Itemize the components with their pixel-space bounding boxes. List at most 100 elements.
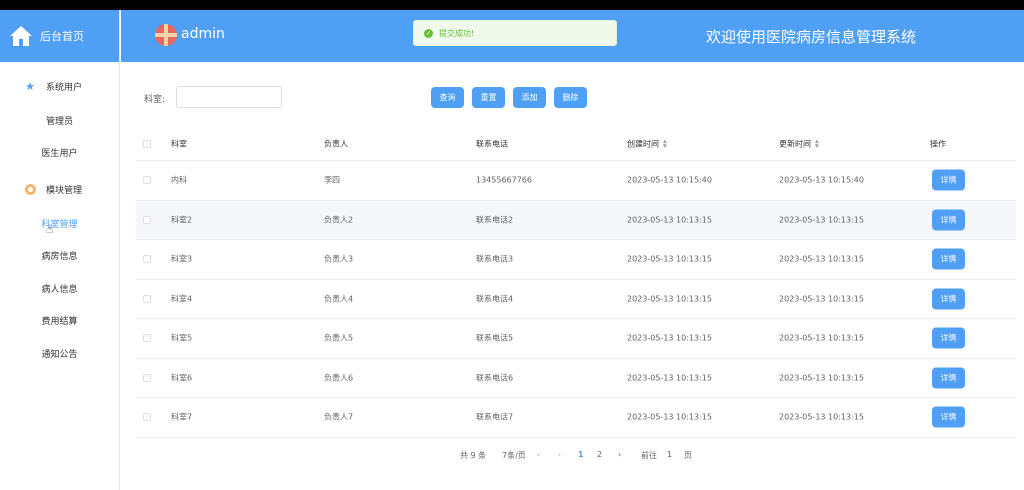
detail-button[interactable]: 详情 [932,288,965,310]
detail-button[interactable]: 详情 [932,169,965,191]
cell-created: 2023-05-13 10:13:15 [627,333,712,343]
cell-phone: 13455667766 [476,175,532,185]
row-checkbox[interactable] [143,334,151,343]
prev-page-icon[interactable]: ‹ [558,450,561,459]
first-page-icon[interactable]: « [536,450,541,459]
cell-phone: 联系电话3 [476,254,514,264]
page-unit-label: 页 [684,451,692,460]
select-all-checkbox[interactable] [143,140,151,148]
department-search-input[interactable] [176,86,282,108]
menu-group-modules[interactable]: 模块管理 [0,171,119,207]
goto-label: 前往 [641,451,657,460]
row-checkbox[interactable] [143,294,151,303]
column-header-phone: 联系电话 [476,139,508,149]
sidebar: 后台首页 ★ 系统用户 管理员 医生用户 模块管理 科室管理 ☝ 病房信息 病人… [0,10,120,490]
column-header-leader: 负责人 [324,139,348,149]
department-table: 科室 负责人 联系电话 创建时间 ▲ ▼ 更新时间 ▲ ▼ 操作 内科 李四 13455… [136,128,1016,438]
cell-phone: 联系电话5 [476,333,514,343]
toast-message: 提交成功! [439,28,475,38]
cell-dept: 科室2 [171,215,193,225]
cell-updated: 2023-05-13 10:13:15 [779,254,864,264]
column-header-dept: 科室 [171,139,187,149]
table-row: 科室5 负责人5 联系电话5 2023-05-13 10:13:15 2023-… [136,319,1016,359]
success-toast: ✓ 提交成功! [413,20,617,46]
star-icon: ★ [25,79,35,93]
row-checkbox[interactable] [143,176,151,185]
cell-leader: 负责人6 [324,373,354,383]
sidebar-item-doctor-users[interactable]: 医生用户 [0,137,119,170]
cell-created: 2023-05-13 10:13:15 [627,254,712,264]
detail-button[interactable]: 详情 [932,209,965,231]
detail-button[interactable]: 详情 [932,406,965,428]
row-checkbox[interactable] [143,413,151,422]
cell-dept: 科室3 [171,254,193,264]
cell-dept: 科室4 [171,294,193,304]
goto-page-input[interactable]: 1 [667,450,672,459]
cell-updated: 2023-05-13 10:13:15 [779,412,864,422]
cell-updated: 2023-05-13 10:13:15 [779,373,864,383]
search-label: 科室: [144,95,166,105]
hand-cursor-icon: ☝ [46,222,54,236]
avatar[interactable] [155,24,177,46]
check-circle-icon: ✓ [424,28,433,38]
cell-leader: 李四 [324,175,340,185]
detail-button[interactable]: 详情 [932,367,965,389]
cell-leader: 负责人4 [324,294,354,304]
cell-created: 2023-05-13 10:13:15 [627,412,712,422]
page-number-1[interactable]: 1 [578,450,584,459]
cell-phone: 联系电话7 [476,412,514,422]
page-size-select[interactable]: 7条/页 [502,450,526,461]
sort-icon[interactable]: ▲ ▼ [663,139,667,149]
sidebar-item-departments[interactable]: 科室管理 ☝ [0,207,119,240]
menu-group-label: 系统用户 [46,82,83,93]
page-number-2[interactable]: 2 [597,450,602,459]
reset-button[interactable]: 重置 [472,87,505,108]
detail-button[interactable]: 详情 [932,327,965,349]
menu-group-system-users[interactable]: ★ 系统用户 [0,68,119,104]
detail-button[interactable]: 详情 [932,248,965,270]
header: admin ✓ 提交成功! 欢迎使用医院病房信息管理系统 [121,10,1024,62]
home-title: 后台首页 [40,30,84,43]
pagination-total: 共 9 条 [460,451,487,460]
cell-phone: 联系电话4 [476,294,514,304]
delete-button[interactable]: 删除 [554,87,587,108]
table-row: 科室6 负责人6 联系电话6 2023-05-13 10:13:15 2023-… [136,359,1016,398]
sidebar-item-patients[interactable]: 病人信息 [0,272,119,305]
next-page-icon[interactable]: › [618,450,621,459]
cell-dept: 科室7 [171,412,193,422]
gear-icon [24,183,36,195]
table-row: 科室7 负责人7 联系电话7 2023-05-13 10:13:15 2023-… [136,398,1016,438]
sidebar-item-billing[interactable]: 费用结算 [0,305,119,338]
column-header-label: 创建时间 [627,139,659,149]
sidebar-item-admins[interactable]: 管理员 [0,104,119,137]
table-row: 内科 李四 13455667766 2023-05-13 10:15:40 20… [136,161,1016,201]
row-checkbox[interactable] [143,373,151,382]
sidebar-item-notices[interactable]: 通知公告 [0,337,119,370]
add-button[interactable]: 添加 [513,87,546,108]
table-row: 科室2 负责人2 联系电话2 2023-05-13 10:13:15 2023-… [136,200,1016,240]
table-row: 科室3 负责人3 联系电话3 2023-05-13 10:13:15 2023-… [136,240,1016,280]
top-strip [0,0,1024,10]
username[interactable]: admin [181,26,225,42]
home-icon [10,26,32,46]
sidebar-item-wards[interactable]: 病房信息 [0,240,119,273]
cell-phone: 联系电话2 [476,215,514,225]
sidebar-home[interactable]: 后台首页 [0,10,119,62]
cell-updated: 2023-05-13 10:13:15 [779,294,864,304]
cell-leader: 负责人7 [324,412,354,422]
column-header-label: 更新时间 [779,139,811,149]
cell-leader: 负责人2 [324,215,354,225]
row-checkbox[interactable] [143,255,151,264]
table-row: 科室4 负责人4 联系电话4 2023-05-13 10:13:15 2023-… [136,280,1016,319]
cell-leader: 负责人3 [324,254,354,264]
cell-created: 2023-05-13 10:13:15 [627,215,712,225]
system-title: 欢迎使用医院病房信息管理系统 [705,28,916,46]
column-header-updated[interactable]: 更新时间 ▲ ▼ [779,139,819,150]
query-button[interactable]: 查询 [431,87,464,108]
sort-icon[interactable]: ▲ ▼ [815,139,819,149]
column-header-created[interactable]: 创建时间 ▲ ▼ [627,139,667,150]
cell-leader: 负责人5 [324,333,354,343]
cell-dept: 科室5 [171,333,193,343]
row-checkbox[interactable] [143,215,151,224]
cell-created: 2023-05-13 10:13:15 [627,373,712,383]
